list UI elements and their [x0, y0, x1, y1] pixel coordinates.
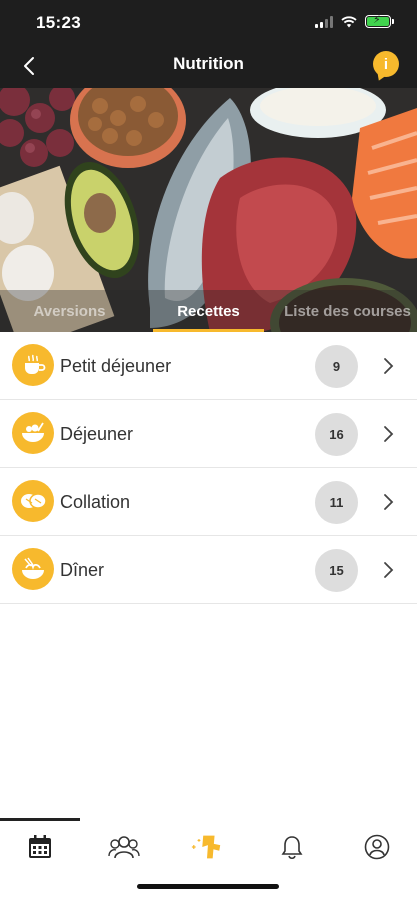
calendar-icon	[29, 835, 51, 858]
status-icons: ⚡	[315, 14, 394, 28]
chevron-right-icon	[384, 358, 394, 374]
salad-bowl-icon	[12, 412, 54, 454]
dinner-bowl-icon	[12, 548, 54, 590]
list-item-petit-dejeuner[interactable]: Petit déjeuner 9	[0, 332, 417, 400]
status-bar: 15:23 ⚡	[0, 0, 417, 46]
list-item-label: Petit déjeuner	[60, 356, 172, 376]
nutrition-coach-icon	[191, 835, 221, 859]
recipe-count-badge: 15	[315, 549, 358, 592]
list-item-label: Déjeuner	[60, 424, 134, 444]
chevron-right-icon	[384, 562, 394, 578]
active-tab-indicator	[0, 818, 80, 821]
chevron-right-icon	[384, 494, 394, 510]
nutrition-tabs: Aversions Recettes Liste des courses	[0, 290, 417, 332]
signal-icon	[315, 15, 333, 28]
list-item-label: Dîner	[60, 560, 105, 580]
nav-notifications[interactable]	[275, 830, 309, 864]
page-title: Nutrition	[173, 54, 244, 73]
list-item-collation[interactable]: Collation 11	[0, 468, 417, 536]
bell-icon	[281, 836, 303, 860]
community-icon	[108, 836, 140, 859]
app-header: Nutrition i	[0, 46, 417, 88]
recipe-count-badge: 11	[315, 481, 358, 524]
list-item-dejeuner[interactable]: Déjeuner 16	[0, 400, 417, 468]
wifi-icon	[341, 15, 357, 27]
coffee-cup-icon	[12, 344, 54, 386]
recipe-count-badge: 9	[315, 345, 358, 388]
nav-community[interactable]	[107, 830, 141, 864]
battery-icon: ⚡	[365, 14, 394, 28]
recipe-count-badge: 16	[315, 413, 358, 456]
nav-calendar[interactable]	[23, 830, 57, 864]
chevron-right-icon	[384, 426, 394, 442]
tab-liste-des-courses[interactable]: Liste des courses	[278, 290, 417, 332]
list-item-label: Collation	[60, 492, 131, 512]
home-indicator	[137, 884, 279, 889]
snack-icon	[12, 480, 54, 522]
tab-aversions[interactable]: Aversions	[0, 290, 139, 332]
nav-profile[interactable]	[360, 830, 394, 864]
profile-icon	[364, 834, 390, 860]
info-button[interactable]: i	[373, 51, 399, 77]
tab-recettes[interactable]: Recettes	[139, 290, 278, 332]
bottom-nav	[0, 818, 417, 874]
info-icon: i	[383, 55, 389, 73]
meal-list: Petit déjeuner 9 Déjeuner 16 Collation 1…	[0, 332, 417, 604]
list-item-diner[interactable]: Dîner 15	[0, 536, 417, 604]
nav-nutrition-coach[interactable]	[190, 830, 224, 864]
status-time: 15:23	[36, 13, 81, 32]
